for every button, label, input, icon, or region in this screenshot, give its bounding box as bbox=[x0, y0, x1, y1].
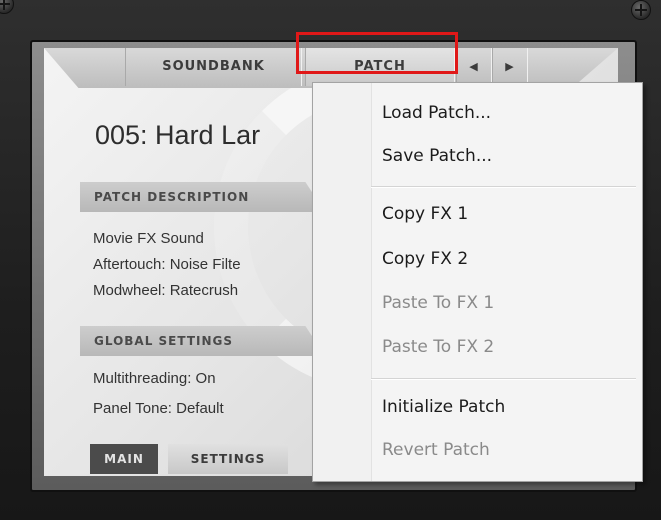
tab-soundbank[interactable]: SOUNDBANK bbox=[125, 48, 302, 86]
next-patch-button[interactable]: ▶ bbox=[492, 48, 528, 86]
previous-patch-button[interactable]: ◀ bbox=[456, 48, 492, 86]
menu-item-paste-fx1: Paste To FX 1 bbox=[382, 293, 495, 313]
menu-separator bbox=[371, 186, 636, 188]
menu-icon-gutter bbox=[313, 83, 372, 481]
patch-context-menu: Load Patch... Save Patch... Copy FX 1 Co… bbox=[312, 82, 643, 482]
description-line: Movie FX Sound bbox=[93, 230, 204, 247]
menu-item-revert-patch: Revert Patch bbox=[382, 440, 490, 460]
screw-icon bbox=[0, 0, 14, 14]
menu-item-save-patch[interactable]: Save Patch... bbox=[382, 146, 492, 166]
menu-item-initialize-patch[interactable]: Initialize Patch bbox=[382, 397, 505, 417]
menu-item-copy-fx2[interactable]: Copy FX 2 bbox=[382, 249, 468, 269]
menu-item-copy-fx1[interactable]: Copy FX 1 bbox=[382, 204, 468, 224]
patch-tab-highlight bbox=[296, 32, 458, 74]
tab-main[interactable]: MAIN bbox=[90, 444, 158, 474]
menu-item-paste-fx2: Paste To FX 2 bbox=[382, 337, 495, 357]
patch-description-header: PATCH DESCRIPTION bbox=[80, 182, 325, 212]
global-settings-header: GLOBAL SETTINGS bbox=[80, 326, 325, 356]
description-line: Aftertouch: Noise Filte bbox=[93, 256, 241, 273]
global-setting-line: Panel Tone: Default bbox=[93, 400, 224, 417]
patch-name: 005: Hard Lar bbox=[95, 120, 261, 150]
description-line: Modwheel: Ratecrush bbox=[93, 282, 239, 299]
screw-icon bbox=[631, 0, 651, 20]
global-setting-line: Multithreading: On bbox=[93, 370, 216, 387]
menu-separator bbox=[371, 378, 636, 380]
menu-item-load-patch[interactable]: Load Patch... bbox=[382, 103, 491, 123]
tab-settings[interactable]: SETTINGS bbox=[168, 444, 288, 474]
